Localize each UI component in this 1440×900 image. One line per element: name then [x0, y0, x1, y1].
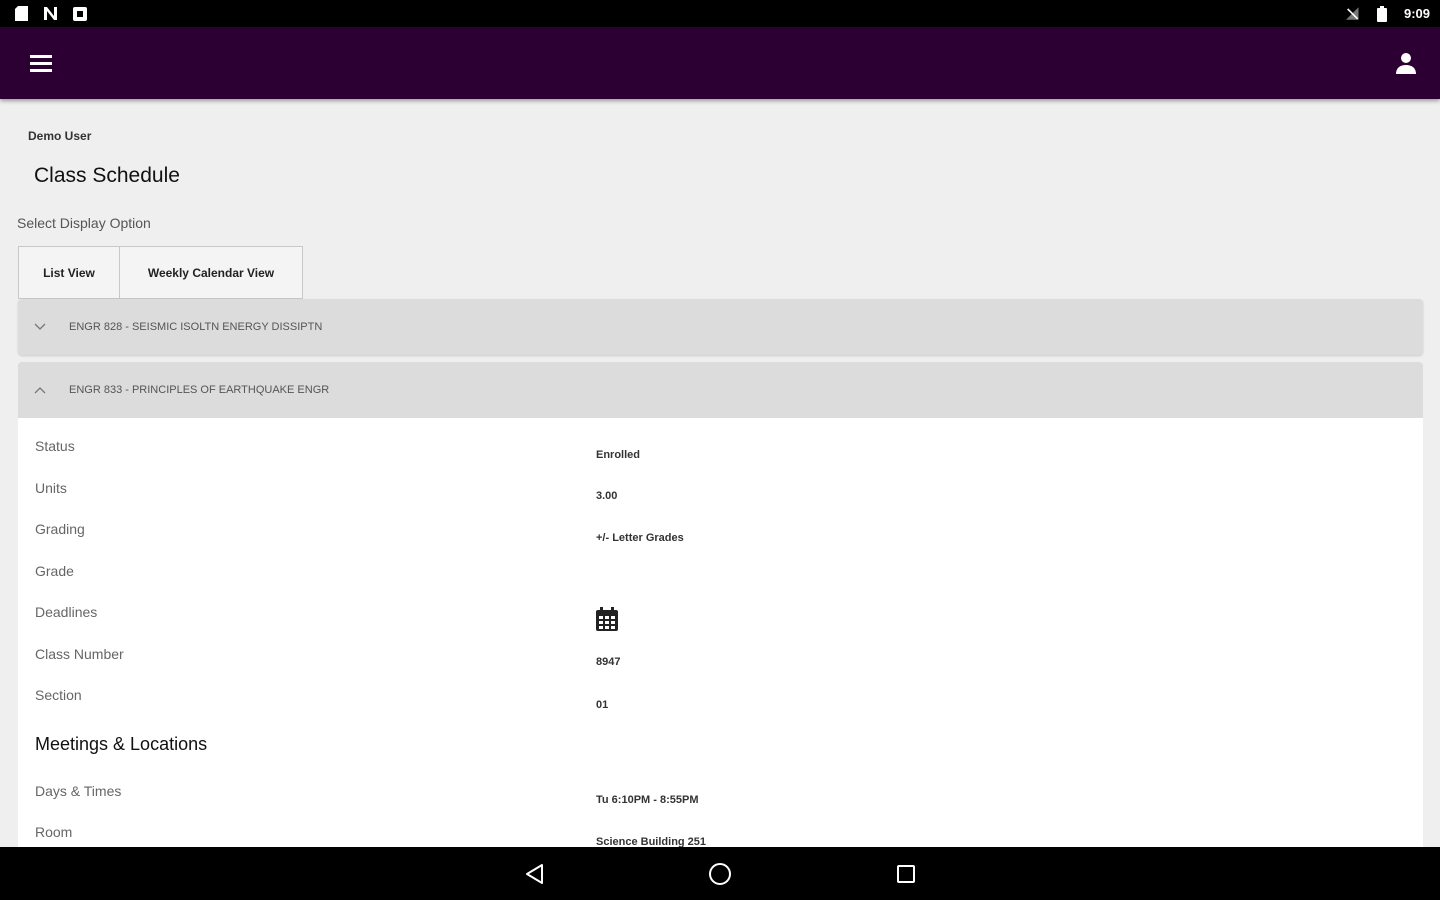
status-time: 9:09 [1403, 6, 1430, 21]
grade-label: Grade [35, 563, 74, 579]
detail-row-deadlines: Deadlines [18, 604, 1423, 634]
class-number-value: 8947 [596, 656, 621, 668]
days-times-value: Tu 6:10PM - 8:55PM [596, 794, 699, 806]
n-icon [43, 6, 58, 21]
course-title: ENGR 833 - PRINCIPLES OF EARTHQUAKE ENGR [69, 384, 330, 396]
detail-row-section: Section 01 [18, 687, 1423, 717]
recents-icon[interactable] [893, 861, 919, 887]
user-name: Demo User [28, 129, 92, 143]
detail-row-days-times: Days & Times Tu 6:10PM - 8:55PM [18, 783, 1423, 813]
status-right-icons: 9:09 [1345, 5, 1430, 22]
status-label: Status [35, 438, 75, 454]
chevron-up-icon [33, 383, 47, 397]
sd-card-icon [14, 6, 29, 21]
menu-icon[interactable] [28, 49, 56, 77]
section-value: 01 [596, 699, 609, 711]
display-option-label: Select Display Option [17, 215, 151, 231]
calendar-icon[interactable] [596, 607, 618, 634]
room-value: Science Building 251 [596, 836, 707, 847]
detail-row-status: Status Enrolled [18, 438, 1423, 468]
room-label: Room [35, 824, 73, 840]
course-title: ENGR 828 - SEISMIC ISOLTN ENERGY DISSIPT… [69, 321, 323, 333]
weekly-calendar-view-button[interactable]: Weekly Calendar View [120, 247, 302, 298]
app-bar [0, 27, 1440, 99]
chevron-down-icon [33, 320, 47, 334]
detail-row-grade: Grade [18, 563, 1423, 593]
home-icon[interactable] [707, 861, 733, 887]
deadlines-label: Deadlines [35, 604, 98, 620]
detail-row-room: Room Science Building 251 [18, 824, 1423, 847]
detail-row-grading: Grading +/- Letter Grades [18, 521, 1423, 551]
page-title: Class Schedule [34, 164, 180, 187]
back-icon[interactable] [521, 861, 547, 887]
course-details-panel: Status Enrolled Units 3.00 Grading +/- L… [18, 418, 1423, 847]
units-value: 3.00 [596, 490, 618, 502]
detail-row-class-number: Class Number 8947 [18, 646, 1423, 676]
view-toggle: List View Weekly Calendar View [18, 246, 303, 299]
detail-row-units: Units 3.00 [18, 480, 1423, 510]
units-label: Units [35, 480, 67, 496]
course-accordion-header[interactable]: ENGR 828 - SEISMIC ISOLTN ENERGY DISSIPT… [18, 299, 1423, 355]
system-nav-bar [0, 847, 1440, 900]
account-icon[interactable] [1392, 49, 1420, 77]
status-left-icons [14, 6, 87, 21]
battery-icon [1375, 5, 1390, 22]
notification-icon [72, 6, 87, 21]
course-accordion-header[interactable]: ENGR 833 - PRINCIPLES OF EARTHQUAKE ENGR [18, 362, 1423, 418]
days-times-label: Days & Times [35, 783, 122, 799]
status-bar: 9:09 [0, 0, 1440, 27]
main-content: Demo User Class Schedule Select Display … [0, 99, 1440, 847]
status-value: Enrolled [596, 449, 641, 461]
class-number-label: Class Number [35, 646, 124, 662]
signal-off-icon [1345, 6, 1361, 21]
section-label: Section [35, 687, 82, 703]
grading-label: Grading [35, 521, 85, 537]
meetings-heading: Meetings & Locations [35, 734, 208, 754]
grading-value: +/- Letter Grades [596, 532, 684, 544]
list-view-button[interactable]: List View [19, 247, 120, 298]
